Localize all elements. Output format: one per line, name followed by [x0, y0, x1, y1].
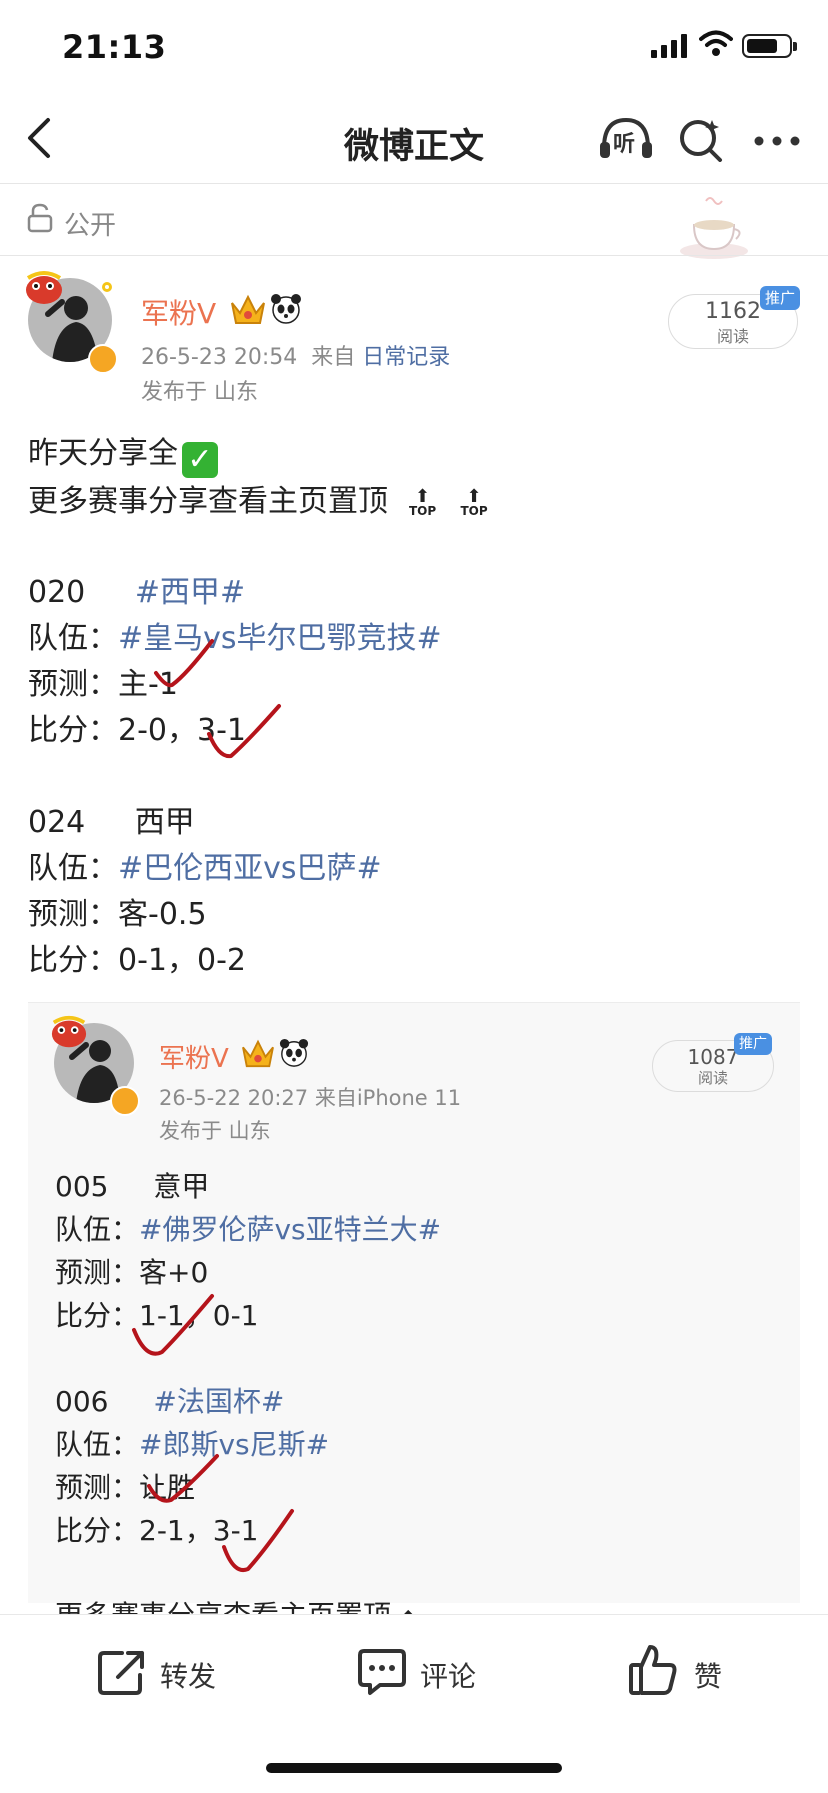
- league-label: 西甲: [134, 805, 195, 840]
- post-location: 发布于 山东: [141, 380, 258, 405]
- score-value: 0-1，0-2: [118, 943, 246, 978]
- visibility-label: 公开: [64, 211, 117, 241]
- more-options-icon[interactable]: [754, 136, 800, 146]
- handwritten-check-mark: [222, 1509, 294, 1572]
- teams-prefix: 队伍：: [55, 1213, 140, 1246]
- score-prefix: 比分：: [28, 713, 118, 748]
- score-prefix: 比分：: [55, 1514, 140, 1547]
- match-score-row: 比分：0-1，0-2: [28, 935, 246, 979]
- repost-promo-badge: 推广: [734, 1033, 772, 1055]
- coffee-cup-decoration: [680, 197, 748, 259]
- match-header: 024 西甲: [28, 797, 195, 841]
- crown-badge-icon: [231, 294, 265, 324]
- cellular-signal-icon: [651, 34, 687, 58]
- post-date: 26-5-23 20:54: [141, 345, 298, 370]
- handwritten-check-mark: [154, 639, 214, 688]
- intro-line-2: 更多赛事分享查看主页置顶 ⬆ TOP ⬆ TOP: [28, 476, 491, 520]
- listen-button[interactable]: 听: [598, 116, 654, 166]
- comment-label: 评论: [420, 1660, 477, 1693]
- league-label: 意甲: [153, 1170, 210, 1203]
- search-icon[interactable]: [678, 116, 724, 162]
- intro-text-1: 昨天分享全: [28, 436, 178, 471]
- handwritten-check-mark: [207, 704, 281, 759]
- teams-tag[interactable]: #佛罗伦萨vs亚特兰大#: [139, 1213, 441, 1246]
- match-teams-row: 队伍：#巴伦西亚vs巴萨#: [28, 843, 382, 887]
- unlock-icon: [27, 203, 53, 233]
- top-arrow-icon: ⬆ TOP: [408, 486, 437, 518]
- teams-prefix: 队伍：: [55, 1428, 140, 1461]
- score-prefix: 比分：: [55, 1299, 140, 1332]
- verified-badge-icon: [88, 344, 118, 374]
- panda-emoji-icon: [279, 1038, 309, 1067]
- nav-divider: [0, 183, 828, 184]
- teams-prefix: 队伍：: [28, 621, 118, 656]
- match-header: 020 #西甲#: [28, 567, 245, 611]
- match-code: 005: [55, 1170, 109, 1203]
- comment-bubble-icon: [358, 1649, 406, 1695]
- read-label: 阅读: [716, 327, 749, 346]
- repost-match-teams-row: 队伍：#佛罗伦萨vs亚特兰大#: [55, 1208, 441, 1248]
- like-button[interactable]: 赞: [628, 1643, 748, 1699]
- repost-read-label: 阅读: [697, 1069, 728, 1087]
- match-code: 024: [28, 805, 86, 840]
- post-from-label: 来自: [311, 345, 356, 370]
- crown-badge-icon: [242, 1039, 274, 1068]
- repost-username[interactable]: 军粉V: [159, 1038, 229, 1075]
- check-mark-emoji-icon: ✓: [182, 442, 218, 478]
- league-tag[interactable]: #法国杯#: [153, 1385, 284, 1418]
- home-indicator[interactable]: [266, 1763, 562, 1773]
- prediction-value: 客+0: [139, 1256, 209, 1289]
- post-source-link[interactable]: 日常记录: [362, 345, 450, 370]
- section-divider: [0, 255, 828, 256]
- score-prefix: 比分：: [28, 943, 118, 978]
- comment-button[interactable]: 评论: [356, 1645, 496, 1699]
- repost-button[interactable]: 转发: [96, 1645, 236, 1699]
- wifi-icon: [699, 30, 733, 56]
- league-tag[interactable]: #西甲#: [135, 575, 245, 610]
- match-prediction-row: 预测：客-0.5: [28, 889, 207, 933]
- repost-match-header: 006 #法国杯#: [55, 1380, 284, 1420]
- teams-prefix: 队伍：: [28, 851, 118, 886]
- prediction-prefix: 预测：: [28, 897, 118, 932]
- sparkle-decoration: [102, 282, 112, 292]
- status-time: 21:13: [62, 28, 167, 66]
- verified-badge-icon: [110, 1086, 140, 1116]
- lion-dance-decoration: [51, 1015, 87, 1048]
- prediction-value: 客-0.5: [118, 897, 207, 932]
- share-arrow-icon: [98, 1651, 144, 1695]
- match-code: 020: [28, 575, 86, 610]
- repost-match-prediction-row: 预测：客+0: [55, 1251, 208, 1291]
- repost-location: 发布于 山东: [159, 1119, 271, 1143]
- match-teams-row: 队伍：#皇马vs毕尔巴鄂竞技#: [28, 613, 442, 657]
- prediction-prefix: 预测：: [28, 667, 118, 702]
- repost-meta: 26-5-22 20:27 来自iPhone 11: [159, 1086, 462, 1110]
- thumbs-up-icon: [629, 1645, 677, 1695]
- intro-line-1: 昨天分享全 ✓: [28, 428, 218, 478]
- repost-label: 转发: [160, 1660, 217, 1693]
- repost-match-header: 005 意甲: [55, 1165, 209, 1205]
- post-meta: 26-5-23 20:54 来自 日常记录: [141, 339, 450, 371]
- promo-badge: 推广: [760, 286, 800, 310]
- prediction-prefix: 预测：: [55, 1471, 140, 1504]
- intro-text-2: 更多赛事分享查看主页置顶: [28, 484, 388, 519]
- like-label: 赞: [694, 1660, 723, 1693]
- lion-dance-decoration: [26, 271, 62, 304]
- teams-tag[interactable]: #巴伦西亚vs巴萨#: [118, 851, 382, 886]
- post-username[interactable]: 军粉V: [141, 292, 216, 332]
- listen-label: 听: [613, 132, 636, 157]
- battery-icon: [742, 34, 797, 58]
- prediction-prefix: 预测：: [55, 1256, 140, 1289]
- panda-emoji-icon: [271, 294, 301, 324]
- top-arrow-icon: ⬆ TOP: [460, 486, 488, 518]
- handwritten-check-mark: [132, 1294, 214, 1356]
- match-code: 006: [55, 1385, 109, 1418]
- handwritten-check-mark: [147, 1454, 219, 1503]
